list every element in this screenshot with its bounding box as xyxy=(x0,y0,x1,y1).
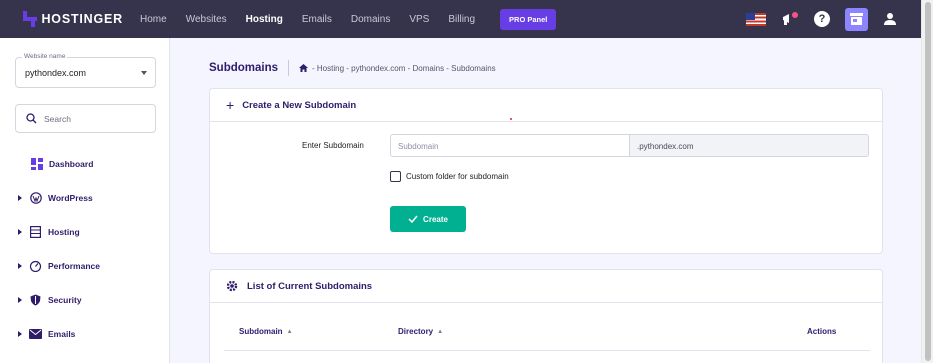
create-subdomain-title: Create a New Subdomain xyxy=(242,99,357,111)
website-selector-value: pythondex.com xyxy=(25,68,87,78)
hostinger-logo-icon xyxy=(23,11,37,27)
sort-icon: ▲︎ xyxy=(437,328,444,335)
sidebar-item-hosting[interactable]: Hosting xyxy=(18,224,80,240)
custom-folder-option[interactable]: Custom folder for subdomain xyxy=(390,171,509,182)
sidebar-search-input[interactable]: Search xyxy=(15,104,156,133)
sidebar-item-security[interactable]: Security xyxy=(18,292,82,308)
megaphone-icon[interactable] xyxy=(781,11,799,27)
hostinger-logo[interactable]: HOSTINGER xyxy=(23,11,123,27)
brand-name: HOSTINGER xyxy=(41,12,123,26)
main-nav: Home Websites Hosting Emails Domains VPS… xyxy=(140,8,557,30)
sidebar-item-label: WordPress xyxy=(48,193,93,203)
table-header: Subdomain ▲︎ Directory ▲︎ Actions xyxy=(239,327,854,341)
search-placeholder: Search xyxy=(44,113,71,124)
sidebar-item-wordpress[interactable]: WordPress xyxy=(18,190,93,206)
website-selector[interactable]: Website name pythondex.com xyxy=(15,53,156,88)
header-divider xyxy=(288,60,290,76)
nav-emails[interactable]: Emails xyxy=(302,14,332,25)
store-icon[interactable] xyxy=(845,7,868,31)
us-flag-icon[interactable] xyxy=(746,12,766,26)
hosting-icon xyxy=(29,226,42,239)
page-title: Subdomains xyxy=(209,62,279,74)
create-button-label: Create xyxy=(423,214,448,224)
gear-icon xyxy=(226,280,238,292)
subdomain-list-title: List of Current Subdomains xyxy=(247,280,373,292)
create-button[interactable]: Create xyxy=(390,206,466,232)
home-icon[interactable] xyxy=(299,64,309,72)
column-label: Subdomain xyxy=(239,327,283,336)
website-selector-label: Website name xyxy=(22,53,68,60)
create-subdomain-header: + Create a New Subdomain xyxy=(210,89,882,122)
breadcrumb-path[interactable]: - Hosting - pythondex.com - Domains - Su… xyxy=(312,64,496,73)
nav-hosting[interactable]: Hosting xyxy=(246,14,283,25)
email-icon xyxy=(29,328,42,341)
sidebar-item-dashboard[interactable]: Dashboard xyxy=(30,156,93,172)
sort-icon: ▲︎ xyxy=(286,328,293,335)
nav-home[interactable]: Home xyxy=(140,14,167,25)
cursor-dot xyxy=(510,118,512,120)
chevron-right-icon xyxy=(18,297,22,303)
subdomain-field-label: Enter Subdomain xyxy=(302,141,364,150)
sidebar-item-label: Dashboard xyxy=(49,159,94,169)
page-scrollbar[interactable] xyxy=(921,0,933,363)
domain-suffix-select[interactable]: .pythondex.com xyxy=(629,134,869,157)
custom-folder-label: Custom folder for subdomain xyxy=(406,172,509,181)
column-label: Actions xyxy=(807,327,837,336)
search-icon xyxy=(26,113,37,124)
performance-icon xyxy=(29,260,42,273)
nav-vps[interactable]: VPS xyxy=(409,14,429,25)
table-divider xyxy=(224,350,870,351)
sidebar-item-performance[interactable]: Performance xyxy=(18,258,100,274)
column-actions: Actions xyxy=(807,327,836,336)
subdomain-list-header: List of Current Subdomains xyxy=(210,270,882,303)
sidebar: Website name pythondex.com Search Dashbo… xyxy=(0,38,170,363)
chevron-right-icon xyxy=(18,263,22,269)
page-header: Subdomains - Hosting - pythondex.com - D… xyxy=(209,60,496,76)
sidebar-item-emails[interactable]: Emails xyxy=(18,326,75,342)
create-subdomain-card: + Create a New Subdomain Enter Subdomain… xyxy=(209,88,883,254)
sidebar-item-label: Performance xyxy=(48,261,100,271)
plus-icon: + xyxy=(226,97,235,113)
sidebar-item-label: Emails xyxy=(48,329,76,339)
chevron-right-icon xyxy=(18,195,22,201)
shield-icon xyxy=(29,294,42,307)
wordpress-icon xyxy=(29,192,42,205)
checkmark-icon xyxy=(408,215,418,223)
chevron-right-icon xyxy=(18,229,22,235)
pro-panel-button[interactable]: PRO Panel xyxy=(500,8,557,30)
chevron-down-icon xyxy=(141,71,147,75)
dashboard-icon xyxy=(30,158,43,171)
nav-domains[interactable]: Domains xyxy=(351,14,390,25)
help-icon[interactable]: ? xyxy=(814,11,830,27)
top-navigation-bar: HOSTINGER Home Websites Hosting Emails D… xyxy=(0,0,921,38)
user-icon[interactable] xyxy=(883,12,897,26)
column-label: Directory xyxy=(398,327,434,336)
scrollbar-thumb[interactable] xyxy=(925,2,931,361)
subdomain-input[interactable]: Subdomain xyxy=(390,134,629,157)
breadcrumb: - Hosting - pythondex.com - Domains - Su… xyxy=(299,64,496,73)
sidebar-item-label: Hosting xyxy=(48,227,80,237)
nav-websites[interactable]: Websites xyxy=(186,14,227,25)
column-subdomain[interactable]: Subdomain ▲︎ xyxy=(239,327,293,336)
column-directory[interactable]: Directory ▲︎ xyxy=(398,327,443,336)
nav-billing[interactable]: Billing xyxy=(448,14,475,25)
sidebar-item-label: Security xyxy=(48,295,82,305)
custom-folder-checkbox[interactable] xyxy=(390,171,401,182)
subdomain-list-card: List of Current Subdomains Subdomain ▲︎ … xyxy=(209,269,883,363)
chevron-right-icon xyxy=(18,331,22,337)
